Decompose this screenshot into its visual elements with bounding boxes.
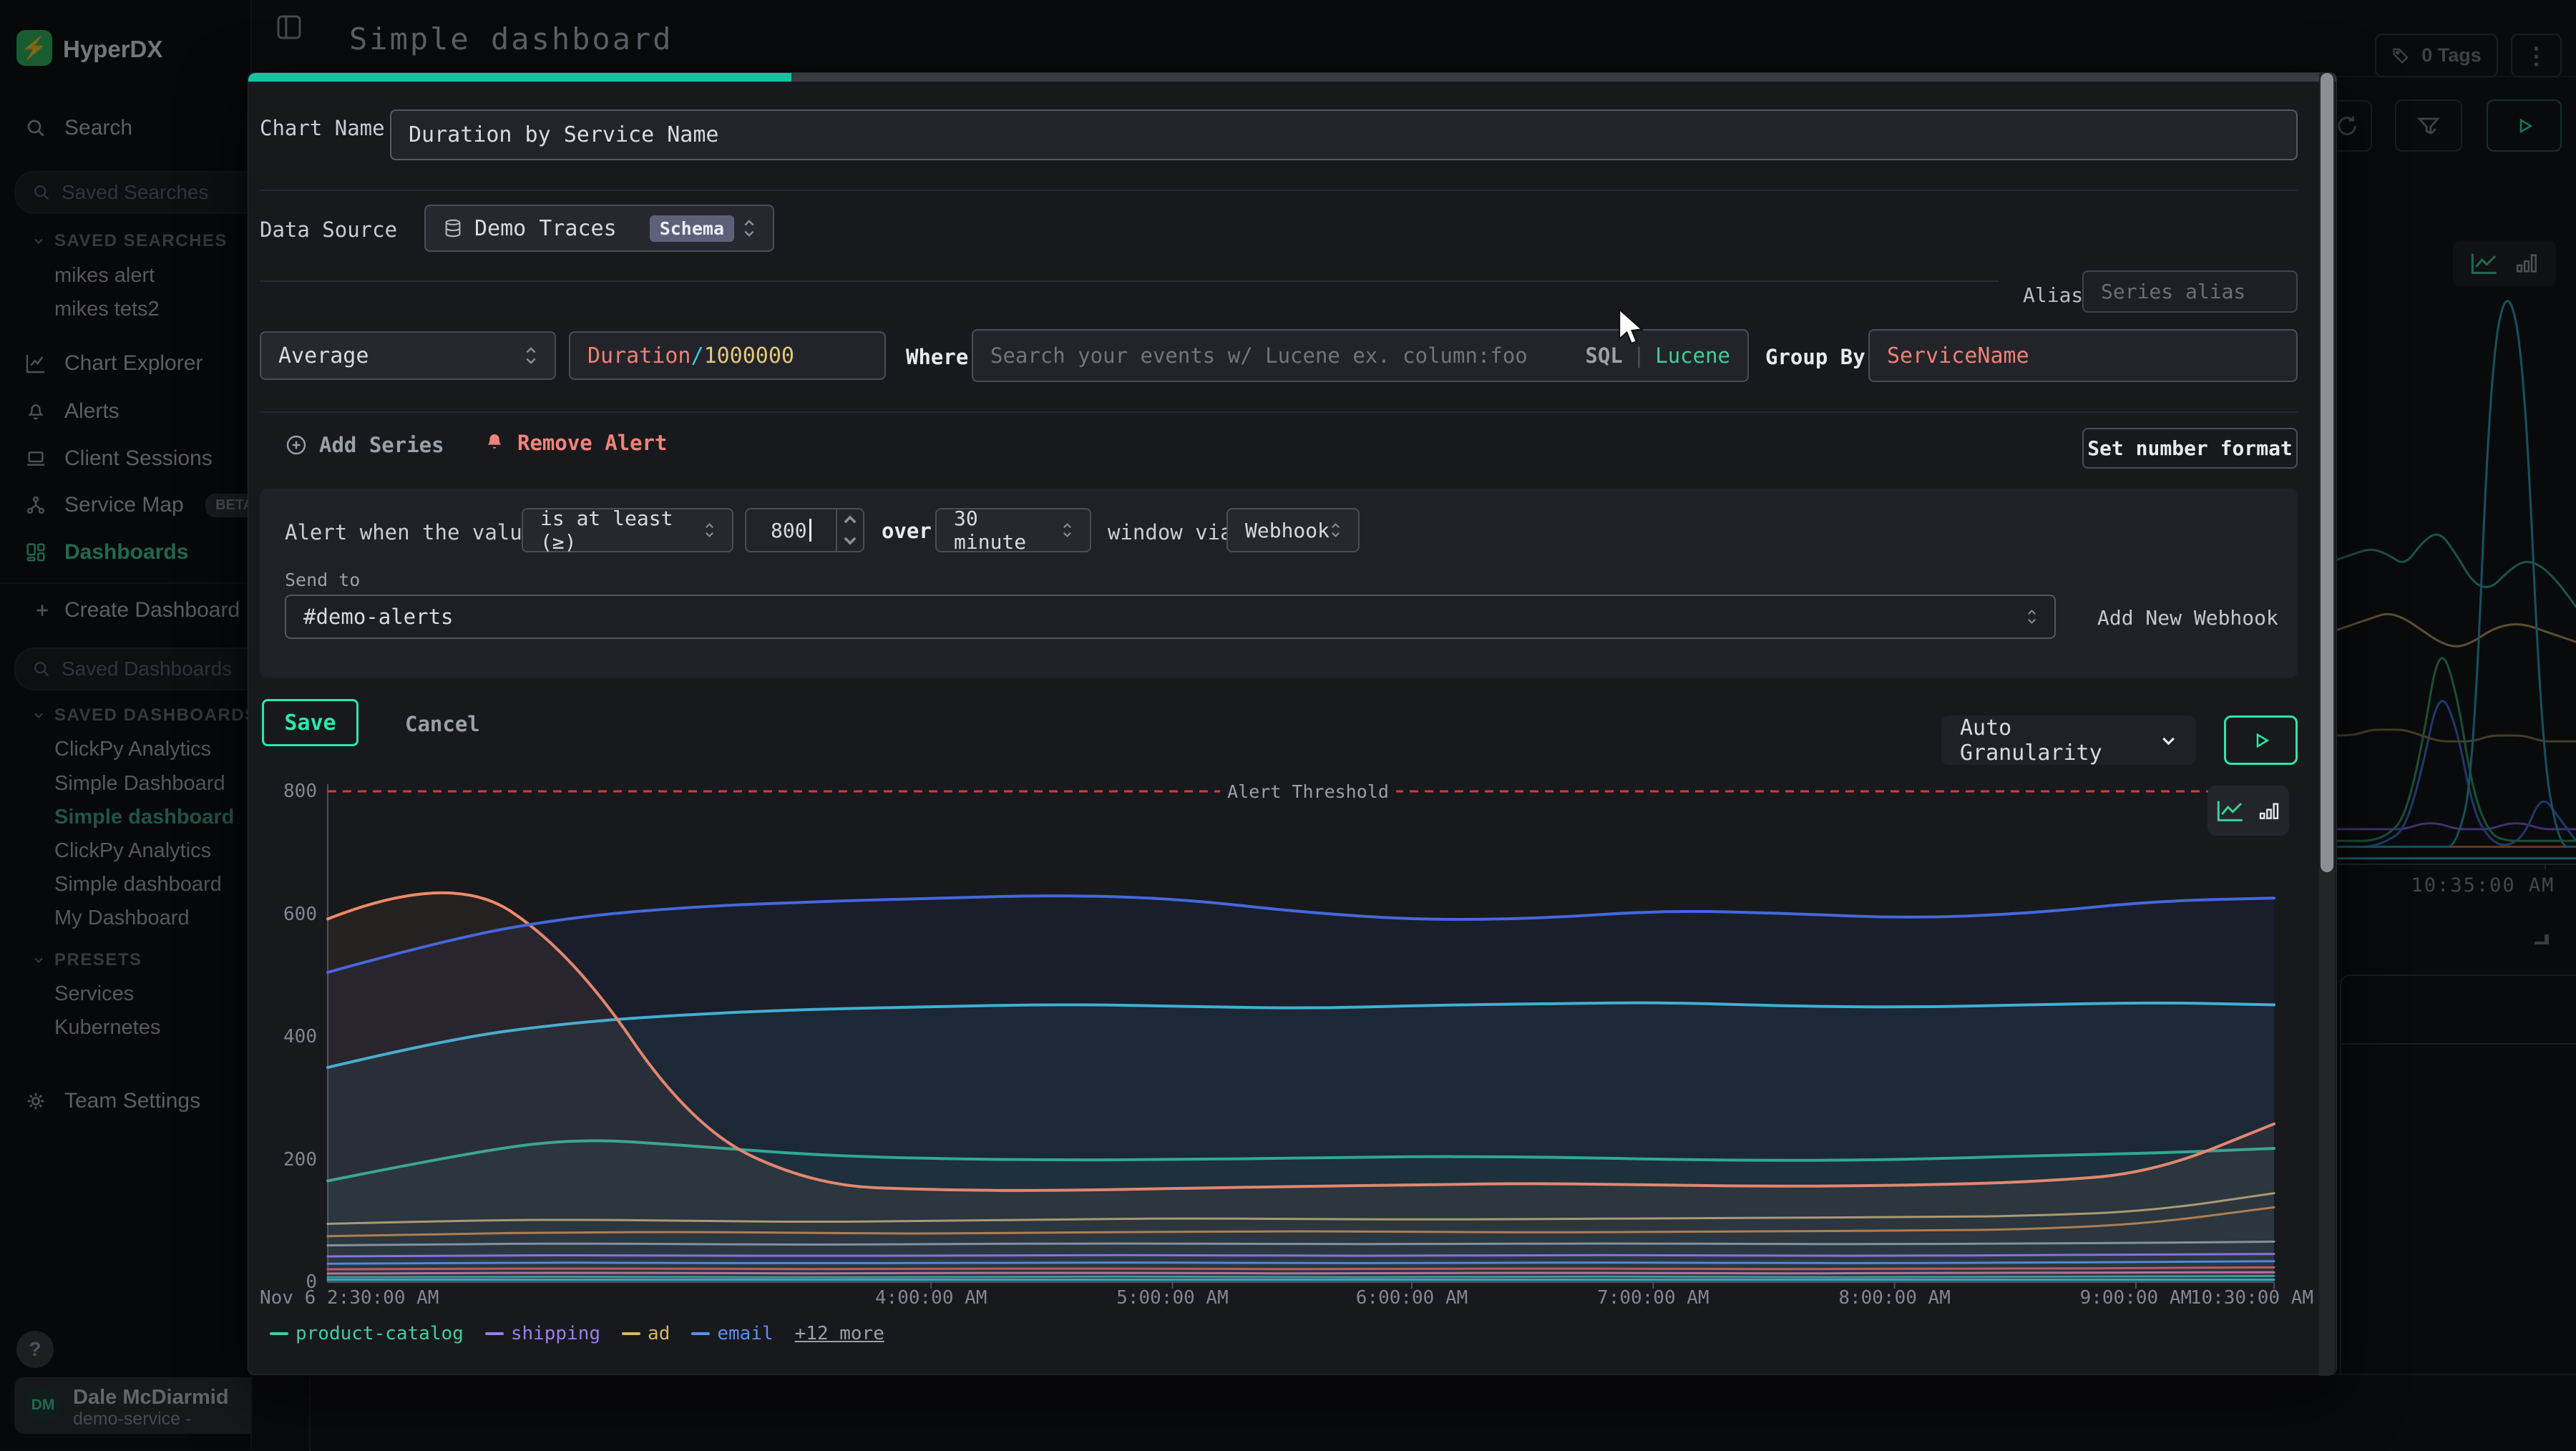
x-tick-label: 7:00:00 AM bbox=[1597, 1287, 1709, 1309]
select-carets-icon bbox=[1062, 521, 1073, 539]
chart-legend: product-catalog shipping ademail +12 more bbox=[270, 1323, 884, 1344]
chart-type-toggle[interactable] bbox=[2207, 786, 2289, 836]
progress-track bbox=[248, 73, 2336, 82]
select-carets-icon bbox=[1330, 521, 1341, 539]
number-token: 1000000 bbox=[704, 343, 794, 368]
modal-scrollbar[interactable] bbox=[2319, 73, 2335, 1376]
field-expression-input[interactable]: Duration/1000000 bbox=[569, 331, 886, 380]
bell-icon bbox=[483, 431, 506, 455]
alias-input[interactable]: Series alias bbox=[2082, 270, 2298, 313]
legend-swatch bbox=[622, 1332, 640, 1335]
select-carets-icon bbox=[525, 345, 537, 366]
alert-prefix-label: Alert when the value bbox=[285, 520, 535, 544]
send-to-select[interactable]: #demo-alerts bbox=[285, 595, 2056, 639]
legend-swatch bbox=[485, 1332, 504, 1335]
x-tick-label: 5:00:00 AM bbox=[1116, 1287, 1229, 1309]
spinner-down-icon[interactable] bbox=[837, 530, 863, 551]
chart-canvas bbox=[260, 771, 2313, 1314]
alias-label: Alias bbox=[2023, 283, 2083, 307]
legend-swatch bbox=[691, 1332, 710, 1335]
sql-mode-button[interactable]: SQL bbox=[1585, 343, 1622, 368]
data-source-label: Data Source bbox=[260, 218, 397, 242]
alert-config-panel: Alert when the value is at least (≥) 800… bbox=[260, 489, 2298, 678]
legend-item: shipping bbox=[485, 1323, 600, 1344]
legend-item: ad bbox=[622, 1323, 670, 1344]
y-tick-label: 400 bbox=[270, 1026, 317, 1047]
number-spinner[interactable] bbox=[836, 509, 863, 551]
aggregation-select[interactable]: Average bbox=[260, 331, 556, 380]
x-tick-label: 10:30:00 AM bbox=[2190, 1287, 2313, 1309]
play-icon bbox=[2250, 730, 2272, 751]
text-caret bbox=[809, 519, 811, 542]
chart-name-label: Chart Name bbox=[260, 116, 385, 140]
granularity-select[interactable]: Auto Granularity bbox=[1941, 715, 2196, 765]
chevron-down-icon bbox=[2160, 731, 2177, 750]
select-carets-icon bbox=[743, 218, 756, 239]
x-tick-label: Nov 6 2:30:00 AM bbox=[260, 1287, 439, 1309]
preview-chart: Alert Threshold 0200400600800 Nov 6 2:30… bbox=[260, 771, 2313, 1350]
legend-swatch bbox=[270, 1332, 288, 1335]
legend-item: product-catalog bbox=[270, 1323, 464, 1344]
bar-chart-icon bbox=[2258, 798, 2280, 823]
y-tick-label: 600 bbox=[270, 904, 317, 925]
select-carets-icon bbox=[2026, 607, 2037, 626]
x-tick-label: 8:00:00 AM bbox=[1838, 1287, 1951, 1309]
database-icon bbox=[443, 218, 463, 238]
cancel-button[interactable]: Cancel bbox=[405, 712, 480, 736]
scrollbar-thumb[interactable] bbox=[2321, 73, 2333, 872]
remove-alert-button[interactable]: Remove Alert bbox=[483, 431, 668, 455]
data-source-select[interactable]: Demo Traces Schema bbox=[424, 205, 774, 252]
alert-threshold-label: Alert Threshold bbox=[1220, 781, 1396, 802]
spinner-up-icon[interactable] bbox=[837, 509, 863, 530]
set-number-format-button[interactable]: Set number format bbox=[2082, 428, 2298, 469]
group-by-label: Group By bbox=[1765, 345, 1865, 369]
alert-condition-select[interactable]: is at least (≥) bbox=[522, 508, 733, 552]
send-to-label: Send to bbox=[285, 570, 360, 590]
line-chart-icon bbox=[2216, 798, 2245, 823]
chart-name-input[interactable]: Duration by Service Name bbox=[390, 109, 2298, 160]
save-button[interactable]: Save bbox=[262, 699, 358, 746]
field-token: Duration bbox=[587, 343, 691, 368]
schema-badge: Schema bbox=[650, 215, 734, 242]
lucene-mode-button[interactable]: Lucene bbox=[1655, 343, 1730, 368]
edit-chart-modal: Chart Name Duration by Service Name Data… bbox=[248, 72, 2337, 1375]
legend-more-link[interactable]: +12 more bbox=[795, 1323, 884, 1344]
add-series-button[interactable]: Add Series bbox=[285, 433, 444, 457]
y-tick-label: 800 bbox=[270, 781, 317, 802]
circle-plus-icon bbox=[285, 434, 308, 456]
x-tick-label: 4:00:00 AM bbox=[875, 1287, 987, 1309]
x-tick-label: 9:00:00 AM bbox=[2080, 1287, 2192, 1309]
group-by-input[interactable]: ServiceName bbox=[1868, 329, 2298, 382]
alert-channel-select[interactable]: Webhook bbox=[1226, 508, 1360, 552]
legend-item: email bbox=[691, 1323, 773, 1344]
alert-threshold-input[interactable]: 800 bbox=[745, 508, 864, 552]
progress-bar bbox=[248, 73, 791, 82]
where-label: Where bbox=[906, 345, 968, 369]
operator-token: / bbox=[691, 343, 704, 368]
add-new-webhook-button[interactable]: Add New Webhook bbox=[2097, 606, 2278, 630]
y-tick-label: 200 bbox=[270, 1149, 317, 1171]
select-carets-icon bbox=[704, 521, 715, 539]
alert-window-select[interactable]: 30 minute bbox=[935, 508, 1091, 552]
over-label: over bbox=[882, 519, 932, 543]
x-tick-label: 6:00:00 AM bbox=[1356, 1287, 1468, 1309]
window-via-label: window via bbox=[1108, 520, 1233, 544]
mouse-cursor bbox=[1616, 308, 1647, 346]
run-chart-button[interactable] bbox=[2224, 715, 2298, 765]
